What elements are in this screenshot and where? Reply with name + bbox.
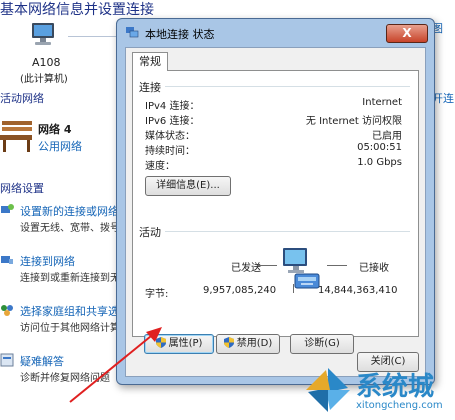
- annotation-arrow: [69, 327, 162, 403]
- network-type-link[interactable]: 公用网络: [38, 138, 82, 154]
- change-settings-heading: 网络设置: [0, 182, 44, 195]
- watermark-url: xitongcheng.com: [356, 400, 443, 411]
- bytes-label: 字节:: [145, 289, 169, 300]
- bytes-sent-value: 9,957,085,240: [203, 285, 277, 296]
- connect-network-icon: [1, 256, 13, 264]
- task-link[interactable]: 疑难解答: [20, 353, 64, 369]
- dialog-title: 本地连接 状态: [145, 28, 215, 41]
- ipv4-label: IPv4 连接：: [145, 101, 200, 112]
- ipv6-value: 无 Internet 访问权限: [305, 116, 402, 127]
- byte-divider: [293, 284, 294, 293]
- new-connection-icon: [1, 204, 14, 213]
- sent-line: [257, 265, 277, 266]
- watermark-logo-icon: [306, 368, 350, 412]
- duration-value: 05:00:51: [357, 142, 402, 153]
- disable-button[interactable]: 禁用(D): [216, 334, 280, 354]
- diagnose-button[interactable]: 诊断(G): [290, 334, 354, 354]
- network-name: 网络 4: [38, 123, 72, 136]
- bytes-received-value: 14,844,363,410: [318, 285, 398, 296]
- computer-subtitle: (此计算机): [20, 74, 68, 85]
- connection-line: [68, 36, 116, 37]
- received-label: 已接收: [359, 263, 389, 274]
- task-description: 设置无线、宽带、拨号: [20, 223, 120, 234]
- ipv4-value: Internet: [362, 97, 402, 108]
- troubleshoot-icon: [0, 353, 14, 367]
- task-link[interactable]: 选择家庭组和共享选项: [20, 303, 130, 319]
- park-bench-icon: [0, 121, 32, 152]
- homegroup-icon: [1, 305, 13, 316]
- task-description: 连接到或重新连接到无: [20, 273, 120, 284]
- ipv6-label: IPv6 连接：: [145, 116, 200, 127]
- properties-label: 属性(P): [168, 338, 203, 349]
- active-networks-heading: 活动网络: [0, 92, 44, 105]
- duration-label: 持续时间：: [145, 146, 195, 157]
- uac-shield-icon: [223, 337, 234, 348]
- details-button[interactable]: 详细信息(E)...: [145, 176, 231, 196]
- activity-group-label: 活动: [139, 226, 161, 239]
- tab-general[interactable]: 常规: [132, 52, 168, 71]
- tab-panel-general: 连接 IPv4 连接： Internet IPv6 连接： 无 Internet…: [132, 70, 419, 337]
- watermark-text: 系统城: [356, 372, 435, 402]
- received-line: [327, 265, 347, 266]
- group-divider: [165, 231, 410, 232]
- group-divider: [165, 86, 410, 87]
- close-icon[interactable]: X: [386, 24, 428, 43]
- disable-label: 禁用(D): [236, 338, 273, 349]
- page-title: 基本网络信息并设置连接: [0, 2, 154, 18]
- computer-name: A108: [32, 56, 61, 69]
- computer-icon: [32, 23, 54, 45]
- speed-label: 速度：: [145, 161, 175, 172]
- media-state-value: 已启用: [372, 131, 402, 142]
- media-state-label: 媒体状态：: [145, 131, 195, 142]
- network-icon: [126, 27, 139, 38]
- right-link-connect[interactable]: 开连: [432, 90, 454, 106]
- task-link[interactable]: 设置新的连接或网络: [20, 203, 119, 219]
- dialog-titlebar[interactable]: 本地连接 状态 X: [117, 19, 434, 47]
- connection-group-label: 连接: [139, 81, 161, 94]
- speed-value: 1.0 Gbps: [357, 157, 402, 168]
- task-link[interactable]: 连接到网络: [20, 253, 75, 269]
- sent-label: 已发送: [231, 263, 261, 274]
- dialog-client-area: 常规 连接 IPv4 连接： Internet IPv6 连接： 无 Inter…: [125, 47, 426, 377]
